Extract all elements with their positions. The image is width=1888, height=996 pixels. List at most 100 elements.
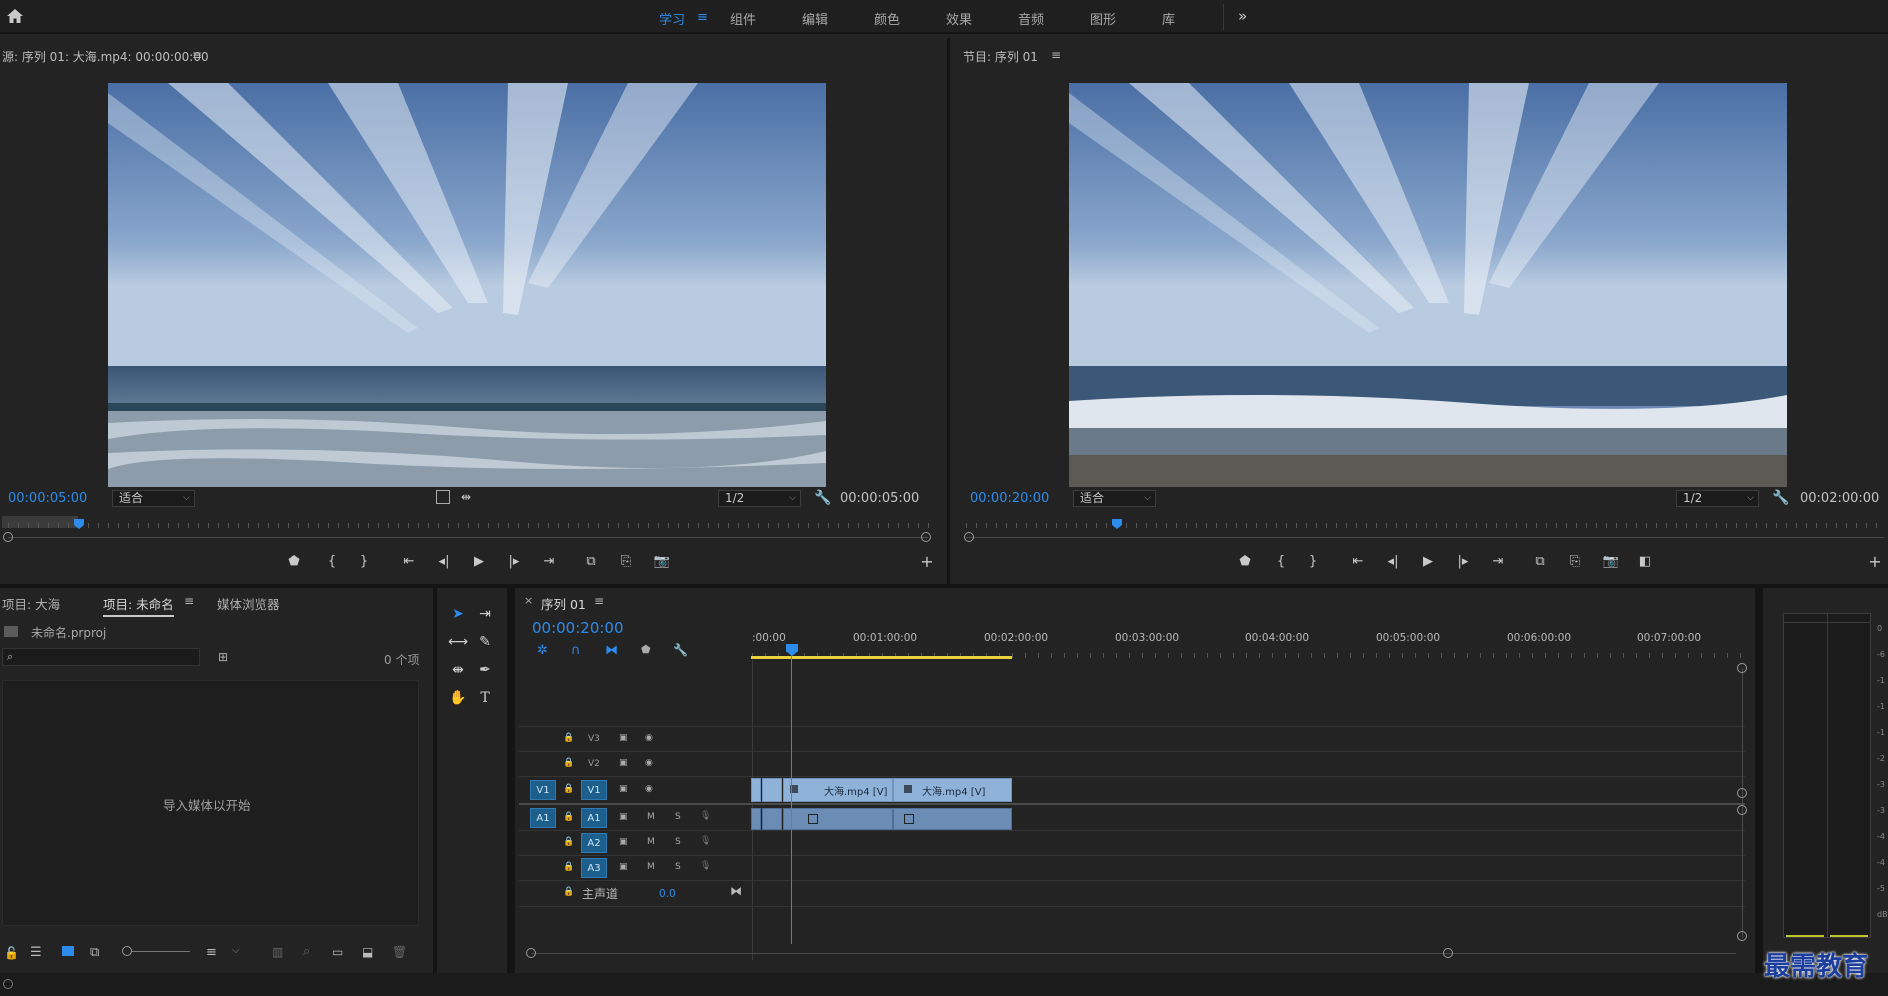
go-to-in-icon[interactable]: ⇤	[400, 555, 418, 569]
mark-in-icon[interactable]: {	[1272, 555, 1290, 569]
scroll-handle[interactable]	[1737, 788, 1747, 798]
mute-button[interactable]: M	[647, 837, 655, 847]
program-time-ruler[interactable]	[966, 520, 1884, 528]
safe-margins-icon[interactable]	[436, 490, 450, 504]
workspace-effects[interactable]: 效果	[946, 9, 972, 28]
wrench-icon[interactable]: 🔧	[814, 490, 831, 506]
panel-menu-icon[interactable]: ≡	[184, 594, 194, 608]
tab-project-sea[interactable]: 项目: 大海	[2, 594, 60, 613]
source-zoom-bar[interactable]	[8, 537, 928, 538]
panel-divider[interactable]	[947, 38, 950, 586]
lock-icon[interactable]: 🔒	[563, 862, 574, 872]
microphone-icon[interactable]: 🎙	[700, 861, 711, 871]
step-back-icon[interactable]: ◂|	[435, 555, 453, 569]
zoom-handle-left[interactable]	[3, 532, 13, 542]
program-zoom-bar[interactable]	[966, 537, 1884, 538]
icon-view-icon[interactable]	[62, 946, 74, 956]
drag-video-icon[interactable]: ⇹	[461, 490, 471, 504]
export-frame-icon[interactable]: 📷	[1602, 555, 1620, 569]
video-clip[interactable]: 大海.mp4 [V]	[893, 778, 1012, 802]
ripple-edit-tool-icon[interactable]: ⟷	[447, 632, 469, 652]
video-clip-fragment[interactable]	[762, 778, 782, 802]
extract-icon[interactable]: ⎘	[1566, 555, 1584, 569]
workspace-graphics[interactable]: 图形	[1090, 9, 1116, 28]
freeform-view-icon[interactable]: ⧉	[90, 945, 99, 960]
microphone-icon[interactable]: 🎙	[700, 836, 711, 846]
solo-button[interactable]: S	[675, 812, 681, 822]
eye-icon[interactable]: ◉	[645, 758, 653, 768]
find-icon[interactable]: ⌕	[303, 944, 310, 959]
nest-icon[interactable]: ✲	[537, 643, 548, 658]
add-marker-icon[interactable]: ⬟	[1236, 555, 1254, 569]
zoom-handle-left[interactable]	[964, 532, 974, 542]
eye-icon[interactable]: ◉	[645, 733, 653, 743]
snap-icon[interactable]: ∩	[571, 643, 581, 658]
lock-icon[interactable]: 🔒	[563, 812, 574, 822]
audio-clip[interactable]	[893, 808, 1012, 830]
lock-icon[interactable]: 🔒	[563, 733, 574, 743]
selection-tool-icon[interactable]: ➤	[447, 604, 469, 624]
pen-tool-icon[interactable]: ✒	[474, 660, 496, 680]
panel-menu-icon[interactable]: ≡	[192, 48, 202, 62]
scroll-handle[interactable]	[1737, 663, 1747, 673]
master-volume-value[interactable]: 0.0	[659, 888, 676, 900]
source-timecode[interactable]: 00:00:05:00	[8, 491, 87, 506]
timeline-timecode[interactable]: 00:00:20:00	[532, 619, 624, 637]
razor-tool-icon[interactable]: ✎	[474, 632, 496, 652]
new-item-icon[interactable]: ⬓	[362, 945, 373, 959]
lift-icon[interactable]: ⧉	[1531, 555, 1549, 569]
close-icon[interactable]: ×	[524, 594, 533, 607]
eye-icon[interactable]: ◉	[645, 784, 653, 794]
lock-icon[interactable]: 🔒	[563, 887, 574, 897]
sort-icon[interactable]: ≡	[206, 945, 217, 960]
track-target-a2[interactable]: A2	[581, 833, 607, 853]
source-patch-a1[interactable]: A1	[530, 808, 556, 828]
workspace-audio[interactable]: 音频	[1018, 9, 1044, 28]
mute-button[interactable]: M	[647, 862, 655, 872]
add-button-icon[interactable]: +	[918, 554, 936, 570]
zoom-slider[interactable]	[132, 951, 190, 952]
timeline-settings-icon[interactable]: 🔧	[673, 643, 688, 657]
sync-lock-icon[interactable]: ▣	[619, 862, 628, 872]
lock-icon[interactable]: 🔒	[563, 784, 574, 794]
home-icon[interactable]	[6, 8, 24, 24]
go-to-out-icon[interactable]: ⇥	[1489, 555, 1507, 569]
mark-out-icon[interactable]: }	[1304, 555, 1322, 569]
export-frame-icon[interactable]: 📷	[653, 555, 671, 569]
scroll-handle[interactable]	[1737, 805, 1747, 815]
linked-selection-icon[interactable]: ⧓	[605, 643, 618, 658]
new-bin-icon[interactable]: ▭	[332, 945, 343, 959]
track-target-v1[interactable]: V1	[581, 780, 607, 800]
play-icon[interactable]: ▶	[1419, 555, 1437, 569]
sync-lock-icon[interactable]: ▣	[619, 784, 628, 794]
track-label-v3[interactable]: V3	[588, 734, 600, 744]
list-view-icon[interactable]: ☰	[30, 945, 42, 960]
step-back-icon[interactable]: ◂|	[1384, 555, 1402, 569]
panel-menu-icon[interactable]: ≡	[594, 594, 604, 608]
mark-out-icon[interactable]: }	[355, 555, 373, 569]
wrench-icon[interactable]: 🔧	[1772, 490, 1789, 506]
lock-icon[interactable]: 🔓	[4, 946, 19, 960]
audio-clip-fragment[interactable]	[762, 808, 782, 830]
panel-divider[interactable]	[1755, 588, 1763, 973]
track-select-tool-icon[interactable]: ⇥	[474, 604, 496, 624]
step-forward-icon[interactable]: |▸	[1454, 555, 1472, 569]
workspace-learn[interactable]: 学习	[659, 9, 685, 28]
add-button-icon[interactable]: +	[1866, 554, 1884, 570]
zoom-handle-right[interactable]	[921, 532, 931, 542]
project-drop-area[interactable]: 导入媒体以开始	[2, 680, 419, 926]
program-fit-dropdown[interactable]: 适合 ⌵	[1073, 490, 1156, 507]
source-resolution-dropdown[interactable]: 1/2 ⌵	[718, 490, 801, 507]
video-clip-fragment[interactable]	[751, 778, 761, 802]
workspace-menu-icon[interactable]: ≡	[697, 10, 708, 25]
scroll-handle[interactable]	[1443, 948, 1453, 958]
scroll-handle[interactable]	[526, 948, 536, 958]
source-fit-dropdown[interactable]: 适合 ⌵	[112, 490, 195, 507]
type-tool-icon[interactable]: T	[474, 688, 496, 708]
insert-icon[interactable]: ⧉	[582, 555, 600, 569]
panel-divider[interactable]	[507, 588, 515, 973]
microphone-icon[interactable]: 🎙	[700, 811, 711, 821]
audio-clip-fragment[interactable]	[751, 808, 761, 830]
mark-in-icon[interactable]: {	[323, 555, 341, 569]
search-input[interactable]: ⌕	[2, 648, 200, 666]
